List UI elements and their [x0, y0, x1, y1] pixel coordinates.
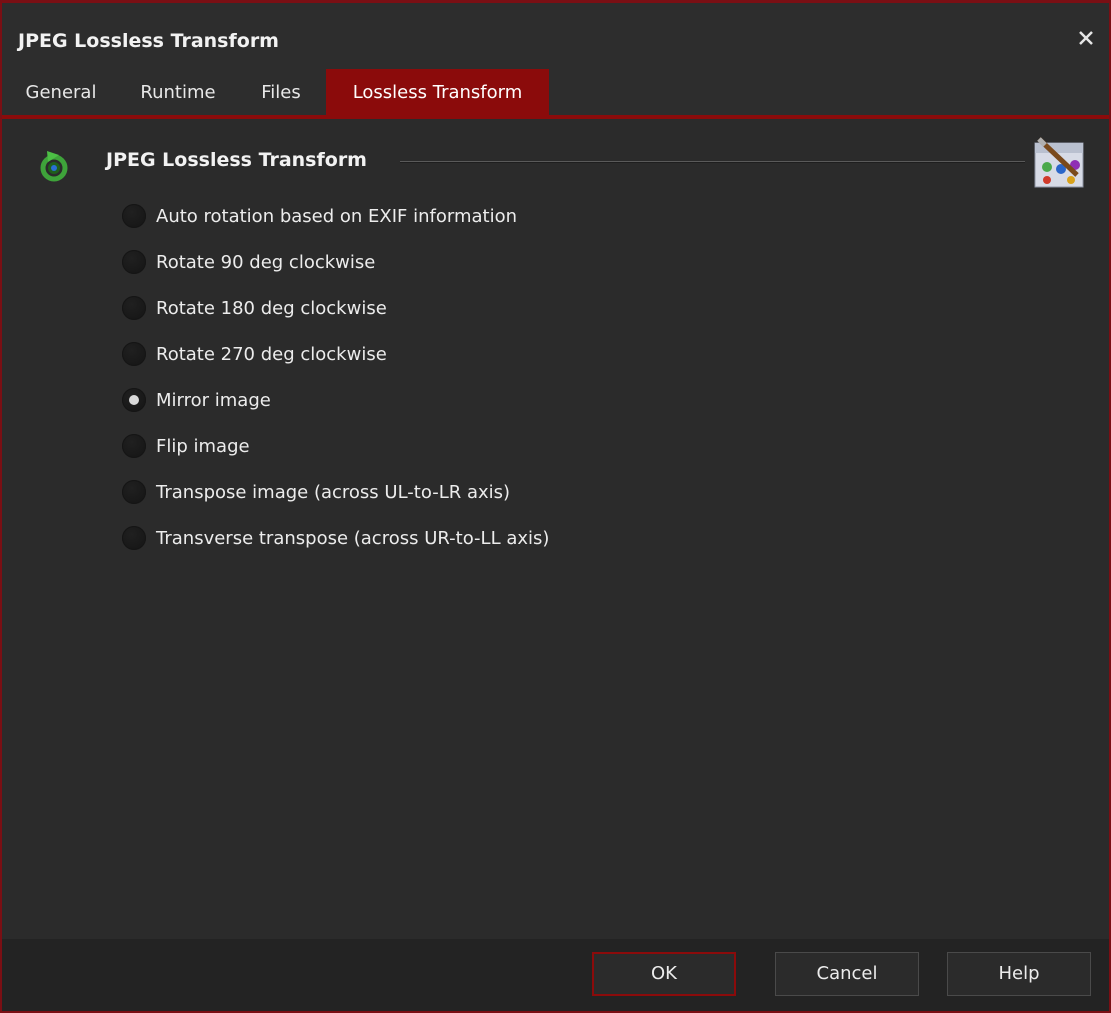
- group-title: JPEG Lossless Transform: [106, 149, 367, 171]
- rotate-icon: [39, 149, 69, 183]
- window-title: JPEG Lossless Transform: [18, 30, 279, 52]
- option-label: Flip image: [156, 435, 250, 457]
- dialog-window: JPEG Lossless Transform General Runtime …: [0, 0, 1111, 1013]
- radio-transverse[interactable]: [122, 526, 146, 550]
- option-label: Transverse transpose (across UR-to-LL ax…: [156, 527, 550, 549]
- tab-runtime[interactable]: Runtime: [120, 69, 236, 117]
- option-mirror-image[interactable]: Mirror image: [122, 385, 271, 415]
- option-label: Rotate 90 deg clockwise: [156, 251, 376, 273]
- radio-auto-rotation[interactable]: [122, 204, 146, 228]
- tab-general[interactable]: General: [2, 69, 120, 117]
- ok-button[interactable]: OK: [592, 952, 736, 996]
- radio-rotate-270[interactable]: [122, 342, 146, 366]
- option-label: Transpose image (across UL-to-LR axis): [156, 481, 511, 503]
- group-divider: [400, 161, 1025, 163]
- help-button[interactable]: Help: [947, 952, 1091, 996]
- option-transverse[interactable]: Transverse transpose (across UR-to-LL ax…: [122, 523, 549, 553]
- radio-rotate-90[interactable]: [122, 250, 146, 274]
- button-bar: OK Cancel Help: [2, 939, 1109, 1011]
- radio-transpose[interactable]: [122, 480, 146, 504]
- radio-flip-image[interactable]: [122, 434, 146, 458]
- tab-bar: General Runtime Files Lossless Transform: [2, 69, 1109, 165]
- option-label: Mirror image: [156, 389, 271, 411]
- option-label: Rotate 180 deg clockwise: [156, 297, 387, 319]
- option-auto-rotation[interactable]: Auto rotation based on EXIF information: [122, 201, 517, 231]
- tab-content: JPEG Lossless Transform Auto rotation ba…: [2, 119, 1109, 941]
- close-icon: [1079, 31, 1093, 45]
- cancel-button[interactable]: Cancel: [775, 952, 919, 996]
- tab-files[interactable]: Files: [236, 69, 326, 117]
- radio-rotate-180[interactable]: [122, 296, 146, 320]
- tab-lossless-transform[interactable]: Lossless Transform: [326, 69, 549, 117]
- option-rotate-90[interactable]: Rotate 90 deg clockwise: [122, 247, 375, 277]
- close-button[interactable]: [1071, 23, 1101, 53]
- option-transpose[interactable]: Transpose image (across UL-to-LR axis): [122, 477, 510, 507]
- option-rotate-180[interactable]: Rotate 180 deg clockwise: [122, 293, 387, 323]
- option-label: Auto rotation based on EXIF information: [156, 205, 517, 227]
- radio-mirror-image[interactable]: [122, 388, 146, 412]
- option-flip-image[interactable]: Flip image: [122, 431, 250, 461]
- option-rotate-270[interactable]: Rotate 270 deg clockwise: [122, 339, 387, 369]
- image-transform-icon: [1031, 135, 1087, 191]
- title-bar: JPEG Lossless Transform: [2, 3, 1109, 69]
- option-label: Rotate 270 deg clockwise: [156, 343, 387, 365]
